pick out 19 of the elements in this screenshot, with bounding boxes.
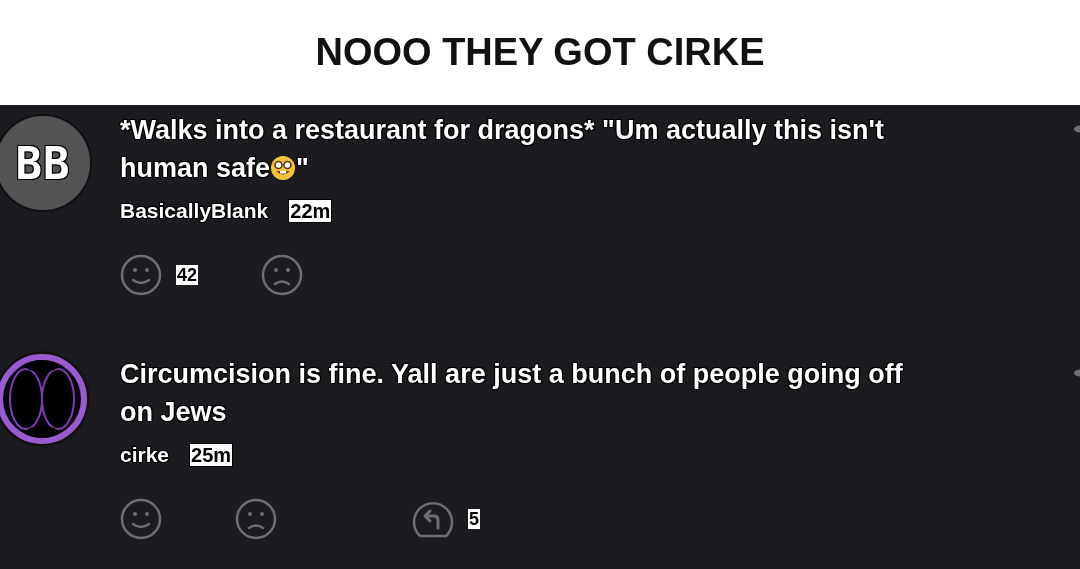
comment-time: 25m (189, 443, 234, 467)
comment-time: 22m (288, 199, 333, 223)
comment-text-end: " (296, 153, 309, 183)
username[interactable]: cirke (120, 443, 170, 467)
user-avatar[interactable] (0, 349, 92, 449)
smiley-icon[interactable] (120, 254, 162, 296)
comment-text: Circumcision is fine. Yall are just a bunch of people going off on Jews (120, 358, 904, 429)
smiley-icon[interactable] (120, 498, 162, 540)
like-count: 42 (176, 265, 199, 285)
more-icon[interactable] (1073, 369, 1080, 377)
nerd-face-icon (270, 155, 297, 181)
username[interactable]: BasicallyBlank (120, 199, 269, 223)
frown-icon[interactable] (235, 498, 277, 540)
comment-text: *Walks into a restaurant for dragons* "Um actually this isn't human safe " (120, 114, 885, 185)
reply-count: 5 (468, 509, 480, 529)
frown-icon[interactable] (261, 254, 304, 296)
caption-title: NOOO THEY GOT CIRKE (315, 31, 765, 74)
more-icon[interactable] (1073, 125, 1080, 133)
user-avatar[interactable]: BB (0, 114, 92, 212)
